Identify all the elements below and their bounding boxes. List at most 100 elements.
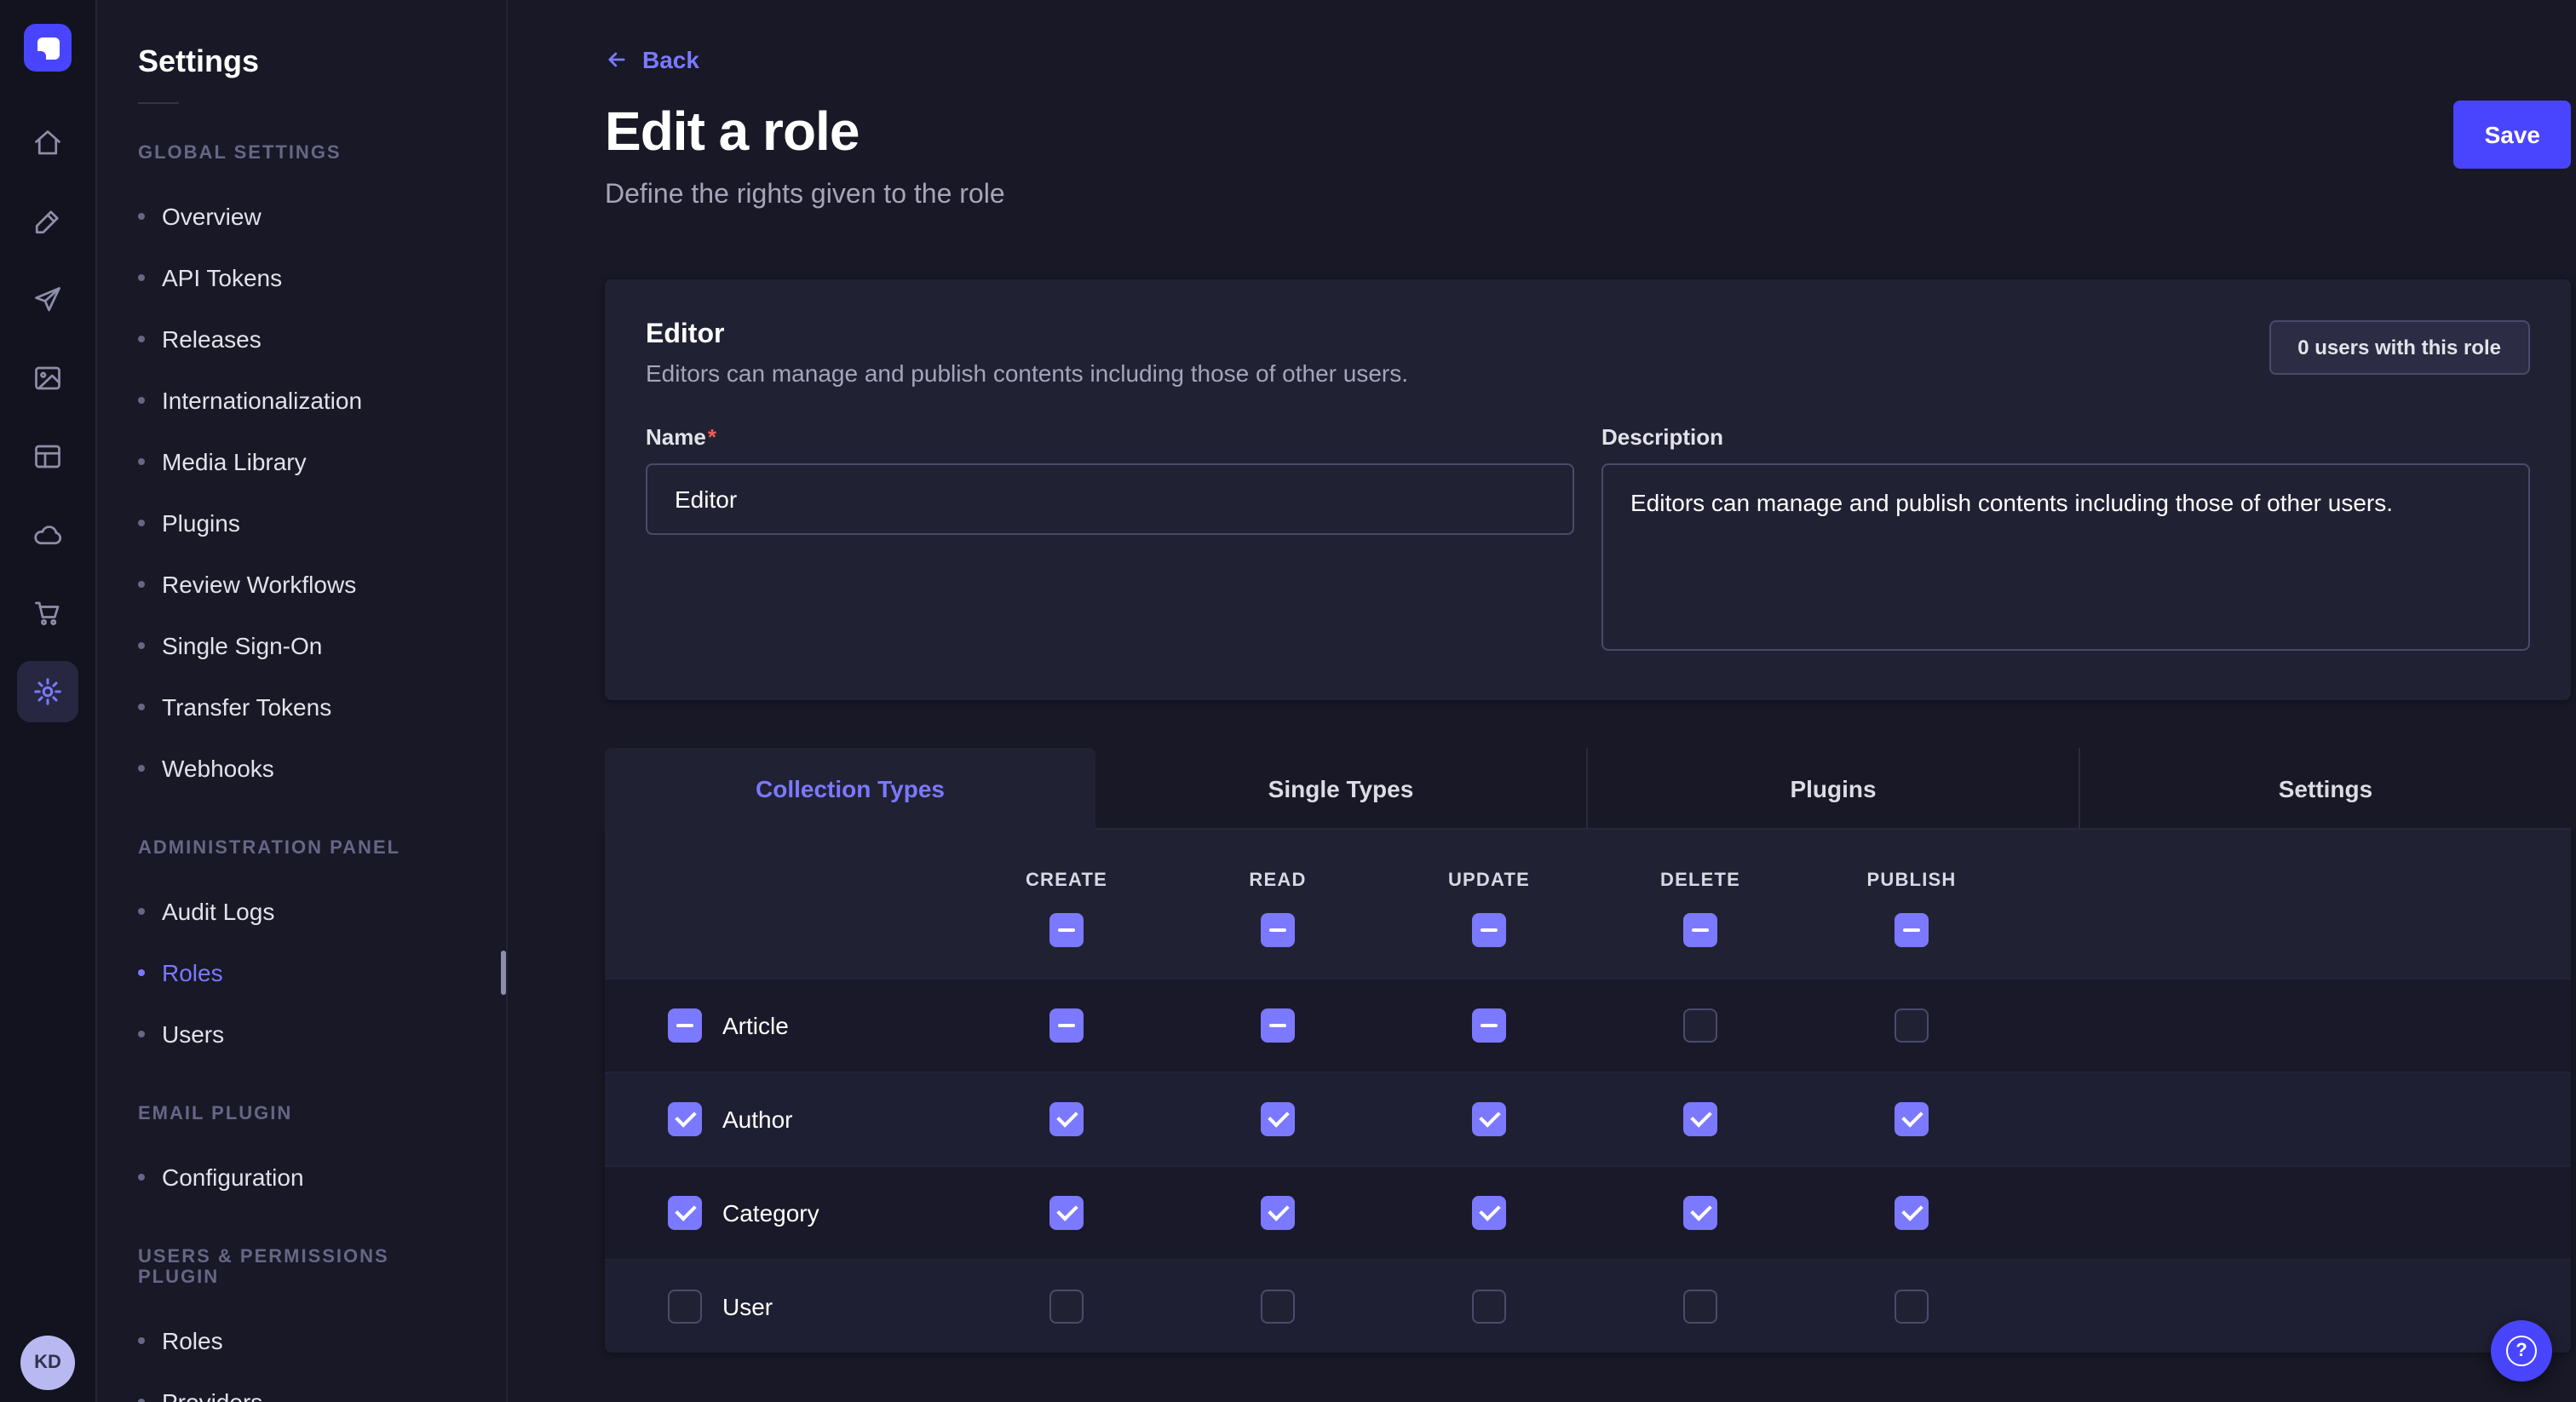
permissions-card: Collection Types Single Types Plugins Se… (605, 748, 2571, 1353)
sidebar-item-api-tokens[interactable]: API Tokens (97, 247, 506, 308)
permission-row-author: Author (605, 1072, 2571, 1165)
category-create-checkbox[interactable] (1049, 1196, 1084, 1230)
sidebar-item-releases[interactable]: Releases (97, 308, 506, 370)
required-asterisk: * (708, 424, 716, 450)
sidebar-item-webhooks[interactable]: Webhooks (97, 738, 506, 799)
bullet-icon (138, 1337, 145, 1344)
author-read-checkbox[interactable] (1261, 1102, 1295, 1136)
permission-row-user: User (605, 1259, 2571, 1353)
tab-collection-types[interactable]: Collection Types (605, 748, 1095, 830)
main-content: Back Edit a role Define the rights given… (508, 0, 2576, 1402)
article-publish-checkbox[interactable] (1895, 1008, 1929, 1043)
user-create-checkbox[interactable] (1049, 1290, 1084, 1324)
tab-single-types[interactable]: Single Types (1095, 748, 1586, 830)
help-button[interactable]: ? (2491, 1320, 2552, 1382)
user-delete-checkbox[interactable] (1683, 1290, 1717, 1324)
home-nav-button[interactable] (17, 112, 78, 174)
row-label-author: Author (722, 1106, 793, 1133)
permissions-header-row: Create Read Update Delete (605, 830, 2571, 978)
sidebar-item-label: Internationalization (162, 387, 362, 414)
row-checkbox-article[interactable] (668, 1008, 702, 1043)
sidebar-item-label: Audit Logs (162, 898, 274, 925)
author-delete-checkbox[interactable] (1683, 1102, 1717, 1136)
home-icon (32, 128, 63, 158)
select-all-publish-checkbox[interactable] (1895, 913, 1929, 947)
sidebar-item-admin-users[interactable]: Users (97, 1003, 506, 1065)
sidebar-item-internationalization[interactable]: Internationalization (97, 370, 506, 431)
category-read-checkbox[interactable] (1261, 1196, 1295, 1230)
back-link[interactable]: Back (605, 46, 699, 73)
user-publish-checkbox[interactable] (1895, 1290, 1929, 1324)
role-description-textarea[interactable]: Editors can manage and publish contents … (1601, 463, 2530, 651)
article-delete-checkbox[interactable] (1683, 1008, 1717, 1043)
permission-row-category: Category (605, 1165, 2571, 1259)
question-mark-icon: ? (2506, 1336, 2537, 1366)
save-button[interactable]: Save (2454, 101, 2571, 169)
column-label-update: Update (1448, 871, 1530, 891)
row-checkbox-user[interactable] (668, 1290, 702, 1324)
author-create-checkbox[interactable] (1049, 1102, 1084, 1136)
media-library-nav-button[interactable] (17, 348, 78, 409)
tab-settings[interactable]: Settings (2079, 748, 2571, 830)
sidebar-item-label: API Tokens (162, 264, 282, 291)
description-field-label: Description (1601, 424, 2530, 450)
select-all-update-checkbox[interactable] (1472, 913, 1506, 947)
sidebar-item-label: Overview (162, 203, 262, 230)
user-avatar[interactable]: KD (20, 1336, 75, 1390)
settings-nav-button[interactable] (17, 661, 78, 722)
row-label-article: Article (722, 1012, 789, 1039)
user-update-checkbox[interactable] (1472, 1290, 1506, 1324)
sidebar-item-transfer-tokens[interactable]: Transfer Tokens (97, 676, 506, 738)
row-checkbox-category[interactable] (668, 1196, 702, 1230)
settings-sidebar: Settings Global settings Overview API To… (97, 0, 508, 1402)
row-checkbox-author[interactable] (668, 1102, 702, 1136)
author-publish-checkbox[interactable] (1895, 1102, 1929, 1136)
role-name-input[interactable] (646, 463, 1574, 535)
select-all-delete-checkbox[interactable] (1683, 913, 1717, 947)
permissions-tabs: Collection Types Single Types Plugins Se… (605, 748, 2571, 830)
marketplace-nav-button[interactable] (17, 583, 78, 644)
row-label-category: Category (722, 1199, 819, 1227)
category-publish-checkbox[interactable] (1895, 1196, 1929, 1230)
bullet-icon (138, 1031, 145, 1037)
bullet-icon (138, 213, 145, 220)
sidebar-item-label: Releases (162, 325, 262, 353)
sidebar-item-single-sign-on[interactable]: Single Sign-On (97, 615, 506, 676)
column-label-publish: Publish (1867, 871, 1957, 891)
sidebar-item-media-library[interactable]: Media Library (97, 431, 506, 492)
role-description-text: Editors can manage and publish contents … (646, 359, 1408, 387)
bullet-icon (138, 336, 145, 342)
user-read-checkbox[interactable] (1261, 1290, 1295, 1324)
select-all-read-checkbox[interactable] (1261, 913, 1295, 947)
strapi-logo[interactable] (24, 24, 72, 72)
tab-plugins[interactable]: Plugins (1586, 748, 2079, 830)
sidebar-item-up-providers[interactable]: Providers (97, 1371, 506, 1402)
bullet-icon (138, 704, 145, 710)
category-update-checkbox[interactable] (1472, 1196, 1506, 1230)
article-read-checkbox[interactable] (1261, 1008, 1295, 1043)
sidebar-item-audit-logs[interactable]: Audit Logs (97, 881, 506, 942)
article-create-checkbox[interactable] (1049, 1008, 1084, 1043)
select-all-create-checkbox[interactable] (1049, 913, 1084, 947)
sidebar-item-admin-roles[interactable]: Roles (97, 942, 506, 1003)
sidebar-item-review-workflows[interactable]: Review Workflows (97, 554, 506, 615)
content-type-builder-nav-button[interactable] (17, 191, 78, 252)
sidebar-item-label: Review Workflows (162, 571, 356, 598)
sidebar-item-label: Plugins (162, 509, 240, 537)
sidebar-item-up-roles[interactable]: Roles (97, 1310, 506, 1371)
category-delete-checkbox[interactable] (1683, 1196, 1717, 1230)
content-manager-nav-button[interactable] (17, 426, 78, 487)
sidebar-item-email-configuration[interactable]: Configuration (97, 1146, 506, 1208)
deploy-nav-button[interactable] (17, 504, 78, 566)
page-title: Edit a role (605, 101, 1005, 164)
releases-nav-button[interactable] (17, 269, 78, 330)
users-with-role-button[interactable]: 0 users with this role (2268, 320, 2530, 375)
sidebar-item-plugins[interactable]: Plugins (97, 492, 506, 554)
author-update-checkbox[interactable] (1472, 1102, 1506, 1136)
sidebar-item-label: Webhooks (162, 755, 274, 782)
sidebar-item-overview[interactable]: Overview (97, 186, 506, 247)
sidebar-item-label: Users (162, 1020, 224, 1048)
bullet-icon (138, 908, 145, 915)
bullet-icon (138, 274, 145, 281)
article-update-checkbox[interactable] (1472, 1008, 1506, 1043)
